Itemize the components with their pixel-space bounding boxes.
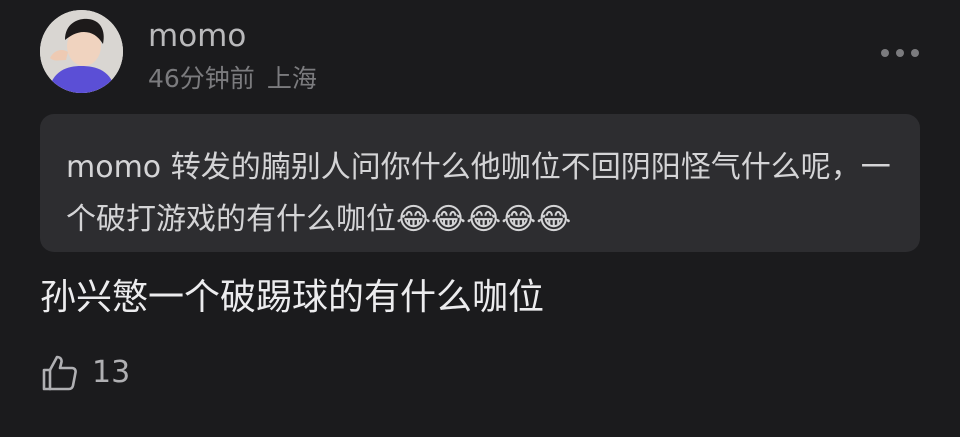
time-ago: 46分钟前 xyxy=(148,64,255,93)
thumbs-up-icon xyxy=(42,355,77,391)
avatar[interactable] xyxy=(40,10,123,93)
reply-text: 孙兴慜一个破踢球的有什么咖位 xyxy=(40,277,545,318)
like-button[interactable]: 13 xyxy=(40,350,130,396)
location: 上海 xyxy=(266,64,317,93)
quoted-text: momo 转发的腩别人问你什么他咖位不回阴阳怪气什么呢，一个破打游戏的有什么咖位… xyxy=(66,150,891,237)
like-count: 13 xyxy=(92,355,131,390)
username[interactable]: momo xyxy=(148,16,246,56)
post-meta: 46分钟前 上海 xyxy=(148,62,317,96)
more-options-button[interactable] xyxy=(878,44,922,62)
more-horizontal-icon xyxy=(881,49,919,57)
avatar-image xyxy=(40,10,123,93)
quoted-repost[interactable]: momo 转发的腩别人问你什么他咖位不回阴阳怪气什么呢，一个破打游戏的有什么咖位… xyxy=(40,114,920,252)
